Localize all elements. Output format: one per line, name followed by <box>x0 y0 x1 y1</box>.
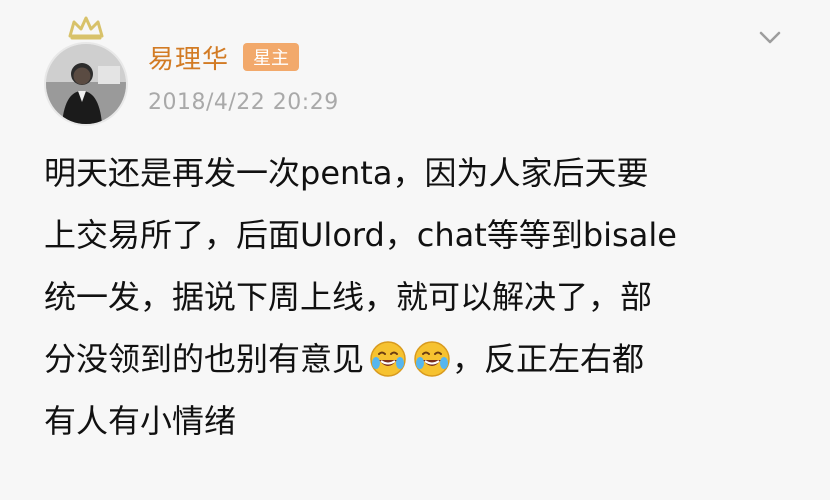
laughing-tears-emoji <box>368 339 408 379</box>
post-text-line: 有人有小情绪 <box>44 390 789 452</box>
username-row: 易理华 星主 <box>148 39 300 76</box>
username[interactable]: 易理华 <box>148 39 229 76</box>
post-header: 易理华 星主 2018/4/22 20:29 <box>30 16 800 126</box>
laughing-tears-emoji <box>412 339 452 379</box>
post-text-line: 明天还是再发一次penta，因为人家后天要 <box>44 142 789 204</box>
chevron-down-icon[interactable] <box>756 26 784 50</box>
post-text-line: 上交易所了，后面Ulord，chat等等到bisale <box>44 204 789 266</box>
owner-badge: 星主 <box>243 43 300 71</box>
avatar-photo-icon <box>46 44 126 124</box>
crown-icon <box>68 16 104 40</box>
post-text: 分没领到的也别有意见 <box>44 340 365 378</box>
post-text-line: 统一发，据说下周上线，就可以解决了，部 <box>44 266 789 328</box>
avatar-wrap[interactable] <box>44 16 128 126</box>
post-text: ，反正左右都 <box>452 340 645 378</box>
post-content: 明天还是再发一次penta，因为人家后天要 上交易所了，后面Ulord，chat… <box>44 142 789 452</box>
post-text-line: 分没领到的也别有意见 ，反正左右都 <box>44 328 789 390</box>
post-text: 有人有小情绪 <box>44 402 237 440</box>
post-timestamp: 2018/4/22 20:29 <box>148 90 339 115</box>
post-text: 明天还是再发一次penta，因为人家后天要 <box>44 154 649 192</box>
avatar[interactable] <box>44 42 128 126</box>
post-text: 上交易所了，后面Ulord，chat等等到bisale <box>44 216 677 254</box>
post-card: 易理华 星主 2018/4/22 20:29 明天还是再发一次penta，因为人… <box>0 0 830 500</box>
post-text: 统一发，据说下周上线，就可以解决了，部 <box>44 278 653 316</box>
